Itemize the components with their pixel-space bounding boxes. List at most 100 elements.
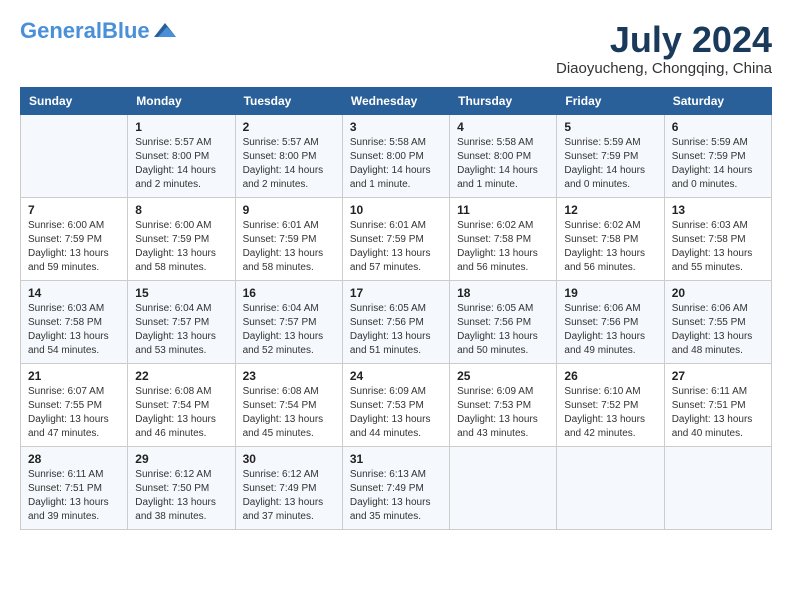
calendar-cell: 9Sunrise: 6:01 AM Sunset: 7:59 PM Daylig… (235, 197, 342, 280)
day-number: 27 (672, 369, 764, 383)
calendar-week-row: 14 Sunrise: 6:03 AM Sunset: 7:58 PM Dayli… (21, 280, 772, 363)
day-info: Sunrise: 5:59 AM Sunset: 7:59 PM Dayligh… (564, 136, 656, 192)
day-info: Sunrise: 6:04 AM Sunset: 7:57 PM Dayligh… (135, 302, 227, 358)
calendar-cell: 8 Sunrise: 6:00 AM Sunset: 7:59 PM Daylig… (128, 197, 235, 280)
day-number: 5 (564, 120, 656, 134)
day-number: 13 (672, 203, 764, 217)
weekday-header-wednesday: Wednesday (342, 87, 449, 114)
day-number: 18 (457, 286, 549, 300)
calendar-cell: 18Sunrise: 6:05 AM Sunset: 7:56 PM Dayli… (450, 280, 557, 363)
day-number: 19 (564, 286, 656, 300)
day-number: 16 (243, 286, 335, 300)
day-info: Sunrise: 6:00 AM Sunset: 7:59 PM Dayligh… (28, 219, 120, 275)
calendar-cell: 10Sunrise: 6:01 AM Sunset: 7:59 PM Dayli… (342, 197, 449, 280)
calendar-cell: 11 Sunrise: 6:02 AM Sunset: 7:58 PM Dayli… (450, 197, 557, 280)
day-info: Sunrise: 5:57 AM Sunset: 8:00 PM Dayligh… (135, 136, 227, 192)
day-info: Sunrise: 6:12 AM Sunset: 7:49 PM Dayligh… (243, 468, 335, 524)
weekday-header-tuesday: Tuesday (235, 87, 342, 114)
calendar-cell: 3Sunrise: 5:58 AM Sunset: 8:00 PM Daylig… (342, 114, 449, 197)
calendar-cell: 16 Sunrise: 6:04 AM Sunset: 7:57 PM Dayli… (235, 280, 342, 363)
day-info: Sunrise: 6:11 AM Sunset: 7:51 PM Dayligh… (672, 385, 764, 441)
calendar-week-row: 28 Sunrise: 6:11 AM Sunset: 7:51 PM Dayli… (21, 446, 772, 529)
day-info: Sunrise: 6:06 AM Sunset: 7:55 PM Dayligh… (672, 302, 764, 358)
weekday-header-friday: Friday (557, 87, 664, 114)
day-info: Sunrise: 6:03 AM Sunset: 7:58 PM Dayligh… (28, 302, 120, 358)
day-number: 1 (135, 120, 227, 134)
day-info: Sunrise: 6:08 AM Sunset: 7:54 PM Dayligh… (135, 385, 227, 441)
weekday-header-thursday: Thursday (450, 87, 557, 114)
day-number: 30 (243, 452, 335, 466)
day-number: 6 (672, 120, 764, 134)
day-number: 22 (135, 369, 227, 383)
day-number: 29 (135, 452, 227, 466)
day-number: 15 (135, 286, 227, 300)
day-number: 31 (350, 452, 442, 466)
location: Diaoyucheng, Chongqing, China (556, 60, 772, 77)
day-info: Sunrise: 5:59 AM Sunset: 7:59 PM Dayligh… (672, 136, 764, 192)
day-number: 3 (350, 120, 442, 134)
day-number: 14 (28, 286, 120, 300)
weekday-header-saturday: Saturday (664, 87, 771, 114)
day-info: Sunrise: 5:57 AM Sunset: 8:00 PM Dayligh… (243, 136, 335, 192)
day-number: 17 (350, 286, 442, 300)
calendar-cell: 31 Sunrise: 6:13 AM Sunset: 7:49 PM Dayli… (342, 446, 449, 529)
day-number: 21 (28, 369, 120, 383)
weekday-header-sunday: Sunday (21, 87, 128, 114)
calendar-cell: 5 Sunrise: 5:59 AM Sunset: 7:59 PM Daylig… (557, 114, 664, 197)
calendar-table: SundayMondayTuesdayWednesdayThursdayFrid… (20, 87, 772, 530)
logo-icon (154, 23, 176, 37)
title-block: July 2024 Diaoyucheng, Chongqing, China (556, 20, 772, 77)
day-info: Sunrise: 6:01 AM Sunset: 7:59 PM Dayligh… (350, 219, 442, 275)
calendar-cell: 13 Sunrise: 6:03 AM Sunset: 7:58 PM Dayli… (664, 197, 771, 280)
weekday-header-row: SundayMondayTuesdayWednesdayThursdayFrid… (21, 87, 772, 114)
day-info: Sunrise: 6:11 AM Sunset: 7:51 PM Dayligh… (28, 468, 120, 524)
month-year: July 2024 (556, 20, 772, 60)
calendar-cell: 29 Sunrise: 6:12 AM Sunset: 7:50 PM Dayli… (128, 446, 235, 529)
day-number: 24 (350, 369, 442, 383)
calendar-week-row: 7Sunrise: 6:00 AM Sunset: 7:59 PM Daylig… (21, 197, 772, 280)
day-info: Sunrise: 6:06 AM Sunset: 7:56 PM Dayligh… (564, 302, 656, 358)
day-info: Sunrise: 6:00 AM Sunset: 7:59 PM Dayligh… (135, 219, 227, 275)
day-info: Sunrise: 6:09 AM Sunset: 7:53 PM Dayligh… (457, 385, 549, 441)
calendar-cell: 25 Sunrise: 6:09 AM Sunset: 7:53 PM Dayli… (450, 363, 557, 446)
calendar-cell: 6 Sunrise: 5:59 AM Sunset: 7:59 PM Daylig… (664, 114, 771, 197)
calendar-cell: 4Sunrise: 5:58 AM Sunset: 8:00 PM Daylig… (450, 114, 557, 197)
day-number: 20 (672, 286, 764, 300)
calendar-cell: 23 Sunrise: 6:08 AM Sunset: 7:54 PM Dayli… (235, 363, 342, 446)
day-info: Sunrise: 6:03 AM Sunset: 7:58 PM Dayligh… (672, 219, 764, 275)
day-info: Sunrise: 6:05 AM Sunset: 7:56 PM Dayligh… (350, 302, 442, 358)
calendar-cell: 19 Sunrise: 6:06 AM Sunset: 7:56 PM Dayli… (557, 280, 664, 363)
logo-general: General (20, 18, 102, 43)
day-info: Sunrise: 6:08 AM Sunset: 7:54 PM Dayligh… (243, 385, 335, 441)
day-number: 28 (28, 452, 120, 466)
calendar-cell: 1 Sunrise: 5:57 AM Sunset: 8:00 PM Daylig… (128, 114, 235, 197)
calendar-cell: 21Sunrise: 6:07 AM Sunset: 7:55 PM Dayli… (21, 363, 128, 446)
day-info: Sunrise: 6:12 AM Sunset: 7:50 PM Dayligh… (135, 468, 227, 524)
calendar-cell: 2Sunrise: 5:57 AM Sunset: 8:00 PM Daylig… (235, 114, 342, 197)
day-number: 23 (243, 369, 335, 383)
day-info: Sunrise: 6:13 AM Sunset: 7:49 PM Dayligh… (350, 468, 442, 524)
day-info: Sunrise: 6:02 AM Sunset: 7:58 PM Dayligh… (457, 219, 549, 275)
day-number: 25 (457, 369, 549, 383)
calendar-cell: 14 Sunrise: 6:03 AM Sunset: 7:58 PM Dayli… (21, 280, 128, 363)
day-info: Sunrise: 6:02 AM Sunset: 7:58 PM Dayligh… (564, 219, 656, 275)
calendar-cell: 12Sunrise: 6:02 AM Sunset: 7:58 PM Dayli… (557, 197, 664, 280)
calendar-cell: 24 Sunrise: 6:09 AM Sunset: 7:53 PM Dayli… (342, 363, 449, 446)
day-info: Sunrise: 6:10 AM Sunset: 7:52 PM Dayligh… (564, 385, 656, 441)
day-info: Sunrise: 5:58 AM Sunset: 8:00 PM Dayligh… (457, 136, 549, 192)
calendar-cell: 17 Sunrise: 6:05 AM Sunset: 7:56 PM Dayli… (342, 280, 449, 363)
calendar-cell: 15 Sunrise: 6:04 AM Sunset: 7:57 PM Dayli… (128, 280, 235, 363)
calendar-cell: 22 Sunrise: 6:08 AM Sunset: 7:54 PM Dayli… (128, 363, 235, 446)
day-number: 9 (243, 203, 335, 217)
day-info: Sunrise: 6:09 AM Sunset: 7:53 PM Dayligh… (350, 385, 442, 441)
day-number: 11 (457, 203, 549, 217)
calendar-cell (450, 446, 557, 529)
day-info: Sunrise: 6:04 AM Sunset: 7:57 PM Dayligh… (243, 302, 335, 358)
page-header: GeneralBlue July 2024 Diaoyucheng, Chong… (20, 20, 772, 77)
calendar-week-row: 21Sunrise: 6:07 AM Sunset: 7:55 PM Dayli… (21, 363, 772, 446)
calendar-cell (21, 114, 128, 197)
calendar-cell: 28 Sunrise: 6:11 AM Sunset: 7:51 PM Dayli… (21, 446, 128, 529)
weekday-header-monday: Monday (128, 87, 235, 114)
day-number: 8 (135, 203, 227, 217)
logo: GeneralBlue (20, 20, 176, 42)
